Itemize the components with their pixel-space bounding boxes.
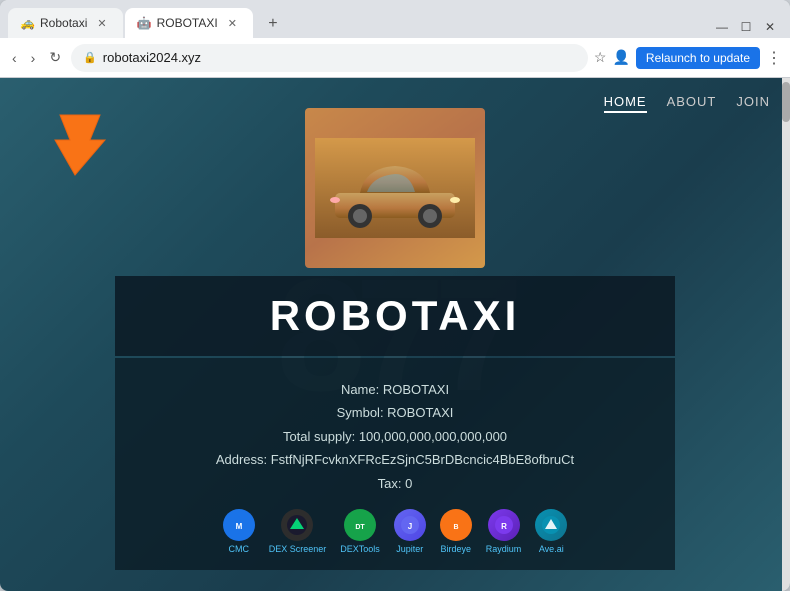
tab-bar: 🚕 Robotaxi ✕ 🤖 ROBOTAXI ✕ + — ☐ ✕ — [0, 0, 790, 38]
svg-text:J: J — [408, 522, 412, 531]
dextools-logo: DT — [344, 509, 376, 541]
site-title: ROBOTAXI — [270, 292, 521, 339]
url-box[interactable]: 🔒 robotaxi2024.xyz — [71, 44, 588, 72]
minimize-button[interactable]: — — [714, 20, 730, 34]
nav-home[interactable]: HOME — [604, 94, 647, 113]
window-controls: — ☐ ✕ — [714, 20, 782, 38]
token-jupiter[interactable]: J Jupiter — [394, 509, 426, 554]
back-button[interactable]: ‹ — [8, 46, 21, 70]
relaunch-button[interactable]: Relaunch to update — [636, 47, 760, 69]
browser-window: 🚕 Robotaxi ✕ 🤖 ROBOTAXI ✕ + — ☐ ✕ ‹ › ↻ … — [0, 0, 790, 591]
jupiter-logo: J — [394, 509, 426, 541]
close-button[interactable]: ✕ — [762, 20, 778, 34]
chrome-menu-icon[interactable]: ⋮ — [766, 48, 782, 68]
cmc-logo: M — [223, 509, 255, 541]
nav-about[interactable]: ABOUT — [667, 94, 717, 113]
tab2-favicon: 🤖 — [137, 16, 151, 30]
tab2-title: ROBOTAXI — [157, 16, 218, 30]
address-actions: ☆ 👤 Relaunch to update ⋮ — [594, 47, 782, 69]
url-text: robotaxi2024.xyz — [103, 50, 201, 65]
car-svg — [315, 138, 475, 238]
tax-info: Tax: 0 — [135, 472, 655, 495]
tab1-close[interactable]: ✕ — [93, 15, 110, 32]
dextools-label: DEXTools — [340, 544, 380, 554]
token-dex-screener[interactable]: DEX Screener — [269, 509, 327, 554]
info-text: Name: ROBOTAXI Symbol: ROBOTAXI Total su… — [135, 378, 655, 495]
token-icons: M CMC DEX Screener DT DEXTools — [135, 509, 655, 554]
webpage: 877 HOME ABOUT JOIN — [0, 78, 790, 591]
tab-robotaxi[interactable]: 🚕 Robotaxi ✕ — [8, 8, 123, 38]
site-nav: HOME ABOUT JOIN — [584, 78, 790, 129]
address-info: Address: FstfNjRFcvknXFRcEzSjnC5BrDBcnci… — [135, 448, 655, 471]
aveai-logo — [535, 509, 567, 541]
car-image — [305, 108, 485, 268]
lock-icon: 🔒 — [83, 51, 97, 64]
svg-text:DT: DT — [355, 524, 365, 531]
arrow-annotation — [20, 110, 140, 170]
token-aveai[interactable]: Ave.ai — [535, 509, 567, 554]
name-info: Name: ROBOTAXI — [135, 378, 655, 401]
svg-text:B: B — [453, 524, 458, 531]
address-bar: ‹ › ↻ 🔒 robotaxi2024.xyz ☆ 👤 Relaunch to… — [0, 38, 790, 78]
svg-text:M: M — [235, 522, 242, 531]
maximize-button[interactable]: ☐ — [738, 20, 754, 34]
reload-button[interactable]: ↻ — [45, 45, 65, 70]
jupiter-label: Jupiter — [396, 544, 423, 554]
supply-info: Total supply: 100,000,000,000,000,000 — [135, 425, 655, 448]
bookmark-icon[interactable]: ☆ — [594, 49, 607, 66]
forward-button[interactable]: › — [27, 46, 40, 70]
cmc-label: CMC — [228, 544, 249, 554]
birdeye-logo: B — [440, 509, 472, 541]
tab2-close[interactable]: ✕ — [224, 15, 241, 32]
tab1-title: Robotaxi — [40, 16, 87, 30]
svg-text:R: R — [501, 522, 507, 531]
new-tab-button[interactable]: + — [259, 10, 287, 38]
token-dextools[interactable]: DT DEXTools — [340, 509, 380, 554]
profile-icon[interactable]: 👤 — [612, 49, 629, 66]
info-box: Name: ROBOTAXI Symbol: ROBOTAXI Total su… — [115, 358, 675, 570]
token-cmc[interactable]: M CMC — [223, 509, 255, 554]
raydium-label: Raydium — [486, 544, 522, 554]
token-raydium[interactable]: R Raydium — [486, 509, 522, 554]
scrollbar-thumb[interactable] — [782, 82, 790, 122]
dex-screener-logo — [281, 509, 313, 541]
token-birdeye[interactable]: B Birdeye — [440, 509, 472, 554]
tab1-favicon: 🚕 — [20, 16, 34, 30]
birdeye-label: Birdeye — [441, 544, 472, 554]
title-bar: ROBOTAXI — [115, 276, 675, 356]
dex-screener-label: DEX Screener — [269, 544, 327, 554]
aveai-label: Ave.ai — [539, 544, 564, 554]
raydium-logo: R — [488, 509, 520, 541]
symbol-info: Symbol: ROBOTAXI — [135, 401, 655, 424]
nav-join[interactable]: JOIN — [736, 94, 770, 113]
scrollbar[interactable] — [782, 78, 790, 591]
tab-robotaxi-active[interactable]: 🤖 ROBOTAXI ✕ — [125, 8, 253, 38]
